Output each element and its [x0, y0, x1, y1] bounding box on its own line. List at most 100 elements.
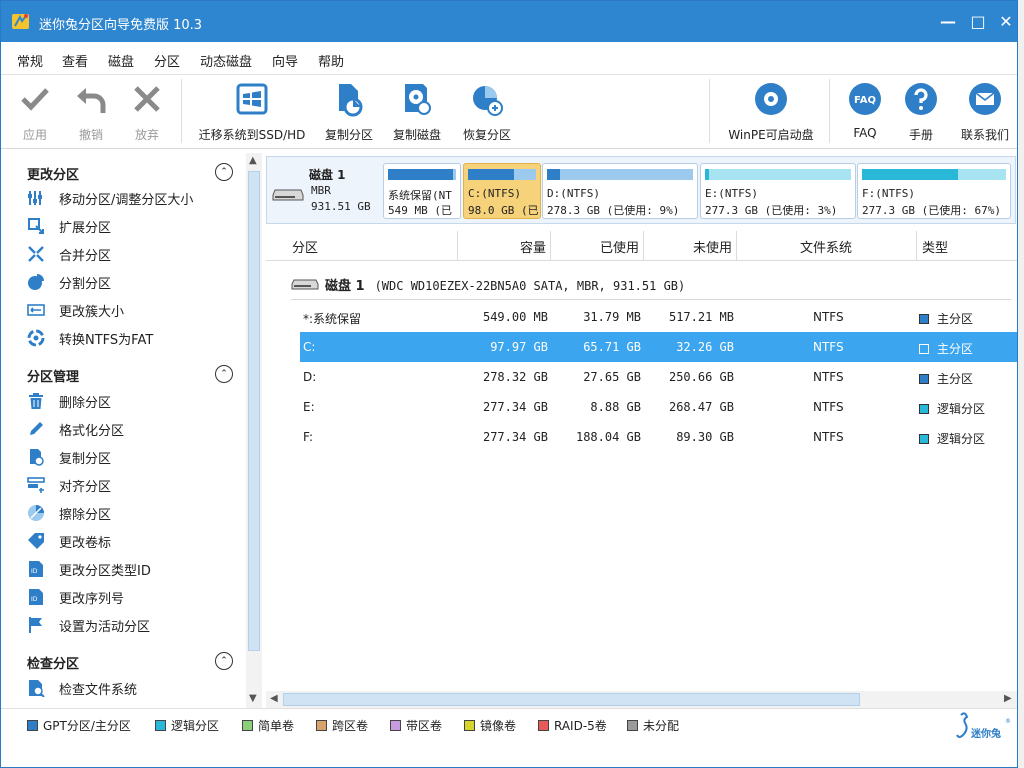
sidebar-item-wipe[interactable]: 擦除分区 [27, 501, 111, 525]
sidebar-item-change-label[interactable]: 更改卷标 [27, 529, 111, 553]
col-type[interactable]: 类型 [917, 231, 1017, 261]
manual-button[interactable]: 手册 [902, 81, 940, 145]
table-row[interactable]: F: 277.34 GB 188.04 GB 89.30 GB NTFS 逻辑分区 [300, 422, 1017, 452]
table-row[interactable]: D: 278.32 GB 27.65 GB 250.66 GB NTFS 主分区 [300, 362, 1017, 392]
sidebar-item-label: 擦除分区 [59, 507, 112, 523]
copy-disk-label: 复制磁盘 [392, 128, 441, 142]
disk-map-partition[interactable]: 系统保留(NT 549 MB (已 [383, 163, 461, 219]
winpe-bootable-button[interactable]: WinPE可启动盘 [725, 81, 817, 145]
table-row[interactable]: E: 277.34 GB 8.88 GB 268.47 GB NTFS 逻辑分区 [300, 392, 1017, 422]
partition-label: F:(NTFS) [862, 187, 915, 200]
col-used[interactable]: 已使用 [551, 231, 644, 261]
sidebar-item-label: 更改卷标 [59, 535, 112, 551]
scroll-down-arrow-icon[interactable]: ▼ [249, 693, 257, 704]
sidebar-item-merge[interactable]: 合并分区 [27, 242, 111, 266]
collapse-partition-management-button[interactable]: ⌃ [215, 365, 233, 383]
copy-partition-icon [339, 84, 363, 117]
table-row[interactable]: *:系统保留 549.00 MB 31.79 MB 517.21 MB NTFS 主分区 [300, 302, 1017, 332]
disk-map-partition[interactable]: F:(NTFS) 277.3 GB (已使用: 67%) [857, 163, 1011, 219]
col-capacity[interactable]: 容量 [458, 231, 551, 261]
cell-type: 主分区 [919, 340, 973, 357]
question-mark-icon [905, 83, 937, 115]
scroll-up-arrow-icon[interactable]: ▲ [249, 155, 257, 166]
recover-partition-button[interactable]: 恢复分区 [459, 81, 515, 145]
partition-label: D:(NTFS) [547, 187, 600, 200]
sidebar-item-move-resize[interactable]: 移动分区/调整分区大小 [27, 186, 193, 210]
faq-button[interactable]: FAQ FAQ [846, 81, 884, 145]
col-partition[interactable]: 分区 [266, 231, 458, 261]
cell-used: 31.79 MB [583, 310, 641, 324]
table-row[interactable]: C: 97.97 GB 65.71 GB 32.26 GB NTFS 主分区 [300, 332, 1017, 362]
menu-help[interactable]: 帮助 [318, 51, 344, 70]
undo-icon [77, 88, 106, 113]
scroll-left-arrow-icon[interactable]: ◀ [270, 693, 278, 704]
x-icon [134, 86, 160, 112]
tag-icon [28, 533, 44, 549]
table-scroll-thumb[interactable] [283, 693, 860, 706]
table-horizontal-scrollbar[interactable]: ◀ ▶ [266, 691, 1017, 708]
partition-label: 系统保留(NT [388, 189, 452, 202]
disk-map-partition[interactable]: C:(NTFS) 98.0 GB (已 [463, 163, 541, 219]
close-button[interactable]: ✕ [995, 10, 1017, 32]
disk-row-divider [291, 299, 1011, 300]
sidebar-item-check-fs[interactable]: 检查文件系统 [27, 676, 137, 700]
sidebar-item-label: 合并分区 [59, 248, 112, 264]
migrate-os-button[interactable]: 迁移系统到SSD/HD [197, 81, 307, 145]
brand-registered-mark: ® [1005, 718, 1011, 725]
extend-icon [28, 218, 44, 234]
type-label: 逻辑分区 [937, 432, 986, 446]
contact-us-button[interactable]: 联系我们 [956, 81, 1014, 145]
copy-partition-button[interactable]: 复制分区 [321, 81, 377, 145]
maximize-button[interactable]: □ [967, 10, 989, 32]
manual-label: 手册 [908, 128, 933, 142]
sidebar-scrollbar[interactable]: ▲ ▼ [246, 153, 262, 708]
sidebar-item-set-active[interactable]: 设置为活动分区 [27, 613, 150, 637]
sidebar-item-extend[interactable]: 扩展分区 [27, 214, 111, 238]
menu-dynamic-disk[interactable]: 动态磁盘 [200, 51, 252, 70]
menu-partition[interactable]: 分区 [154, 51, 180, 70]
svg-text:ID: ID [31, 596, 38, 603]
legend-label: 逻辑分区 [171, 719, 220, 733]
partition-usage-bar [862, 169, 1006, 180]
sidebar-item-copy[interactable]: 复制分区 [27, 445, 111, 469]
apply-button[interactable]: 应用 [15, 81, 55, 145]
disk-map-header[interactable]: 磁盘 1 MBR 931.51 GB [269, 160, 379, 222]
sidebar-item-cluster-size[interactable]: 更改簇大小 [27, 298, 124, 322]
col-file-system[interactable]: 文件系统 [737, 231, 917, 261]
sidebar-item-ntfs-to-fat[interactable]: 转换NTFS为FAT [27, 326, 153, 350]
disk-row[interactable]: 磁盘 1 (WDC WD10EZEX-22BN5A0 SATA, MBR, 931… [291, 269, 1011, 300]
undo-button[interactable]: 撤销 [71, 81, 111, 145]
minimize-button[interactable]: — [937, 10, 959, 32]
scroll-right-arrow-icon[interactable]: ▶ [1004, 693, 1012, 704]
sidebar-item-change-type-id[interactable]: ID 更改分区类型ID [27, 557, 151, 581]
sidebar-item-split[interactable]: 分割分区 [27, 270, 111, 294]
disk-map-partition[interactable]: D:(NTFS) 278.3 GB (已使用: 9%) [542, 163, 698, 219]
menu-general[interactable]: 常规 [17, 51, 43, 70]
sidebar-item-align[interactable]: 对齐分区 [27, 473, 111, 497]
collapse-check-partition-button[interactable]: ⌃ [215, 652, 233, 670]
collapse-change-partition-button[interactable]: ⌃ [215, 163, 233, 181]
menu-disk[interactable]: 磁盘 [108, 51, 134, 70]
menu-view[interactable]: 查看 [62, 51, 88, 70]
sidebar-scroll-thumb[interactable] [248, 171, 260, 651]
copy-disk-button[interactable]: 复制磁盘 [389, 81, 445, 145]
sidebar-item-change-serial[interactable]: ID 更改序列号 [27, 585, 124, 609]
cell-unused: 517.21 MB [668, 310, 734, 324]
menu-wizard[interactable]: 向导 [272, 51, 298, 70]
recover-partition-label: 恢复分区 [462, 128, 511, 142]
align-icon [27, 477, 45, 493]
sidebar-item-format[interactable]: 格式化分区 [27, 417, 124, 441]
legend-label: 镜像卷 [480, 719, 517, 733]
flag-icon [29, 617, 42, 633]
title-bar: 迷你兔分区向导免费版 10.3 — □ ✕ [1, 1, 1017, 42]
col-unused[interactable]: 未使用 [644, 231, 737, 261]
partition-usage-fill [547, 169, 560, 180]
sidebar-item-delete[interactable]: 删除分区 [27, 389, 111, 413]
disk-map-partition[interactable]: E:(NTFS) 277.3 GB (已使用: 3%) [700, 163, 856, 219]
legend-label: 带区卷 [406, 719, 443, 733]
cell-partition: E: [303, 400, 315, 414]
discard-button[interactable]: 放弃 [127, 81, 167, 145]
legend-label: GPT分区/主分区 [43, 719, 131, 733]
menu-bar: 常规 查看 磁盘 分区 动态磁盘 向导 帮助 [1, 42, 1017, 75]
cell-used: 188.04 GB [575, 430, 641, 444]
